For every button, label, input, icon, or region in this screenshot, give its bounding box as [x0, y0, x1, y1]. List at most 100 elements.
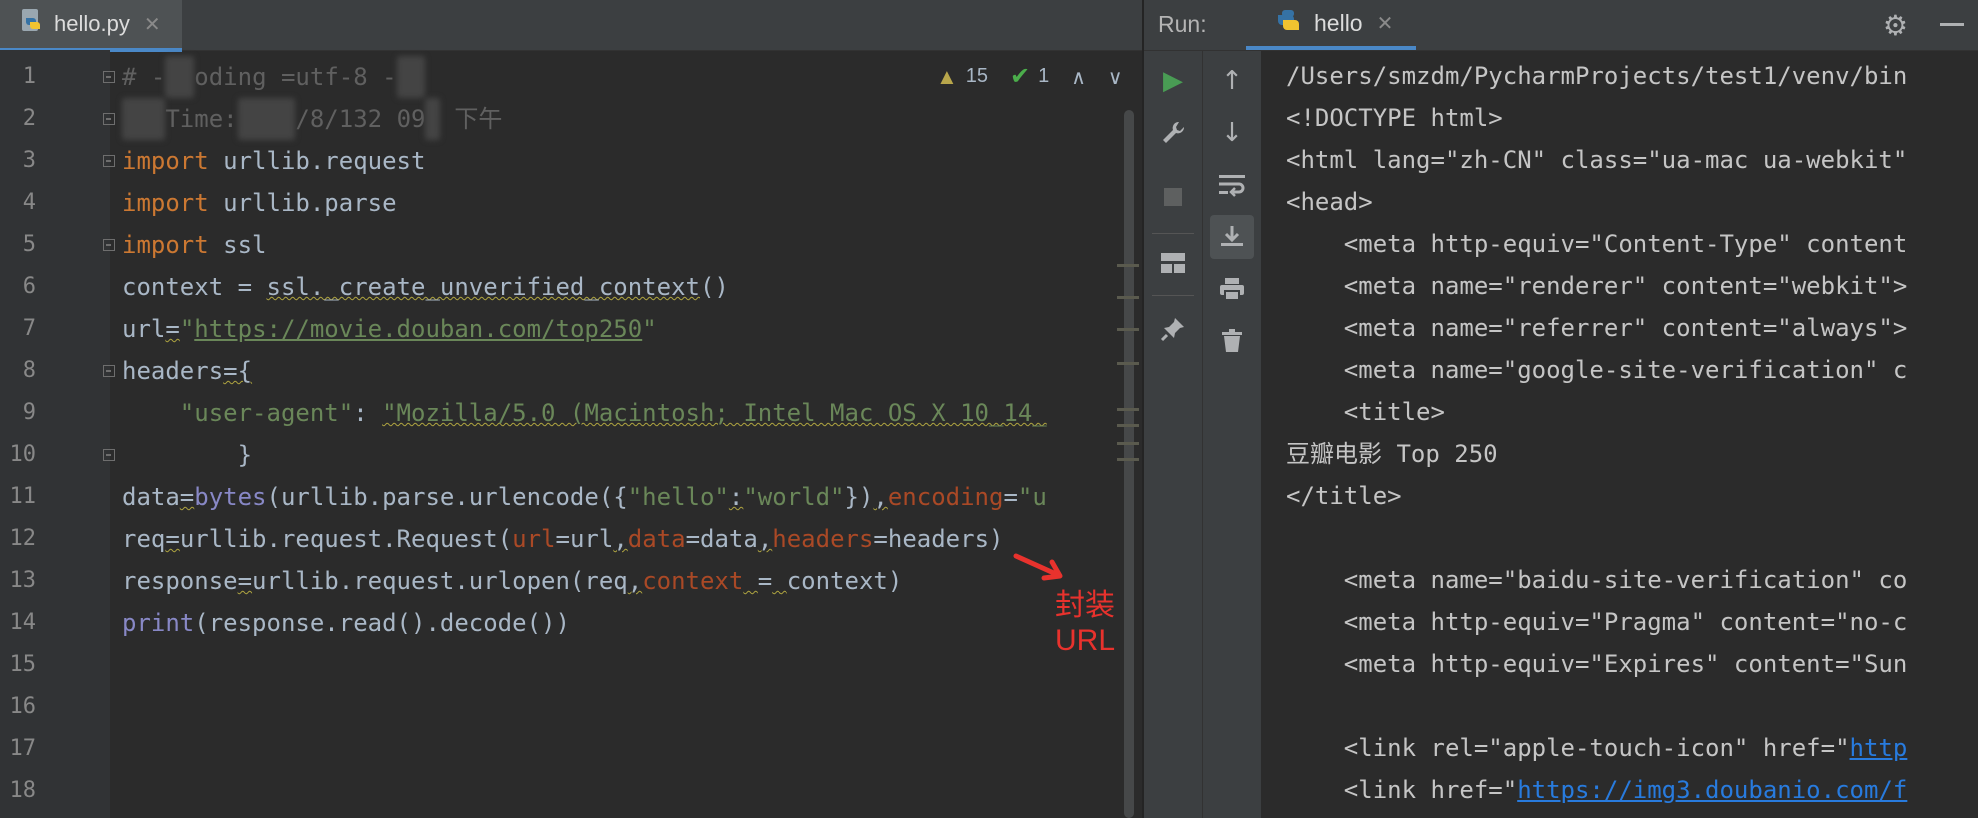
- python-file-icon: [20, 8, 44, 40]
- code-param: context: [642, 567, 744, 595]
- error-stripe-mark[interactable]: [1117, 458, 1139, 461]
- code-line-5[interactable]: import ssl: [122, 224, 267, 266]
- check-icon: ✔: [1010, 63, 1031, 90]
- error-stripe-mark[interactable]: [1117, 442, 1139, 445]
- arrow-down-icon[interactable]: ↓: [1210, 111, 1254, 155]
- code-token: ,: [873, 483, 888, 511]
- fold-marker[interactable]: [103, 239, 115, 251]
- trash-icon[interactable]: [1210, 319, 1254, 363]
- editor-tab-hello-py[interactable]: hello.py ✕: [0, 0, 182, 52]
- fold-marker[interactable]: [103, 365, 115, 377]
- code-line-7[interactable]: url="https://movie.douban.com/top250": [122, 308, 657, 350]
- code-line-9[interactable]: "user-agent": "Mozilla/5.0 (Macintosh; I…: [122, 392, 1047, 434]
- gear-icon[interactable]: ⚙: [1883, 9, 1908, 42]
- code-line-12[interactable]: req=urllib.request.Request(url=url,data=…: [122, 518, 1003, 560]
- code-line-8[interactable]: headers={: [122, 350, 252, 392]
- code-token: urllib.parse: [208, 189, 397, 217]
- line-number: 4: [22, 190, 36, 215]
- console-line: /Users/smzdm/PycharmProjects/test1/venv/…: [1286, 62, 1908, 90]
- editor-tab-bar: hello.py ✕: [0, 0, 1142, 52]
- code-string: "user-agent": [179, 399, 354, 427]
- layout-icon[interactable]: [1151, 241, 1195, 285]
- run-tab-hello[interactable]: hello ✕: [1246, 0, 1416, 50]
- scroll-to-end-icon[interactable]: [1210, 215, 1254, 259]
- line-number: 18: [9, 778, 37, 803]
- line-number: 1: [22, 64, 36, 89]
- error-stripe-mark[interactable]: [1117, 296, 1139, 299]
- code-token: data: [122, 483, 180, 511]
- arrow-up-icon[interactable]: ↑: [1210, 59, 1254, 103]
- code-line-14[interactable]: print(response.read().decode()): [122, 602, 570, 644]
- line-number: 2: [22, 106, 36, 131]
- soft-wrap-icon[interactable]: [1210, 163, 1254, 207]
- code-token: urllib.request.Request(: [179, 525, 513, 553]
- code-token: :: [353, 399, 383, 427]
- code-token: ssl._create_unverified_context: [266, 273, 700, 301]
- code-token: Time:: [165, 105, 238, 133]
- toolbar-separator: [1152, 295, 1194, 296]
- code-line-10[interactable]: }: [122, 434, 252, 476]
- run-toolbar-primary: ▶: [1144, 51, 1203, 818]
- code-line-6[interactable]: context = ssl._create_unverified_context…: [122, 266, 729, 308]
- run-icon[interactable]: ▶: [1151, 59, 1195, 103]
- code-line-11[interactable]: data=bytes(urllib.parse.urlencode({"hell…: [122, 476, 1047, 518]
- toolbar-separator: [1152, 233, 1194, 234]
- code-line-2[interactable]: xxxTime:xxxx/8/132 09x 下午: [122, 98, 502, 140]
- code-token: # -: [122, 63, 166, 91]
- code-token: =url: [555, 525, 614, 553]
- warning-count: 15: [965, 65, 989, 87]
- code-token: }: [122, 441, 253, 469]
- editor-tab-label: hello.py: [54, 11, 130, 36]
- line-number: 6: [22, 274, 36, 299]
- console-link[interactable]: http: [1850, 734, 1908, 762]
- code-line-4[interactable]: import urllib.parse: [122, 182, 397, 224]
- error-stripe-mark[interactable]: [1117, 424, 1139, 427]
- code-line-1[interactable]: # -xxoding =utf-8 -xx: [122, 56, 426, 98]
- line-number: 14: [9, 610, 37, 635]
- chevron-up-icon[interactable]: ∧: [1071, 65, 1086, 89]
- error-stripe-mark[interactable]: [1117, 408, 1139, 411]
- error-stripe-mark[interactable]: [1117, 362, 1139, 365]
- code-string: ": [642, 315, 657, 343]
- fold-marker[interactable]: [103, 113, 115, 125]
- fold-marker[interactable]: [103, 155, 115, 167]
- code-keyword: import: [122, 189, 209, 217]
- minimize-icon[interactable]: [1940, 23, 1964, 26]
- console-line: <meta http-equiv="Pragma" content="no-c: [1286, 608, 1908, 636]
- inspection-widget[interactable]: ▲ 15 ✔ 1 ∧ ∨: [936, 62, 1123, 91]
- close-icon[interactable]: ✕: [1377, 11, 1394, 35]
- python-icon: [1274, 7, 1302, 39]
- code-token: (): [699, 273, 729, 301]
- code-builtin: bytes: [194, 483, 267, 511]
- editor-scrollbar[interactable]: [1124, 110, 1134, 818]
- pin-icon[interactable]: [1151, 307, 1195, 351]
- code-token: context): [786, 567, 903, 595]
- error-stripe-mark[interactable]: [1117, 264, 1139, 267]
- code-line-3[interactable]: import urllib.request: [122, 140, 425, 182]
- fold-marker[interactable]: [103, 71, 115, 83]
- chevron-down-icon[interactable]: ∨: [1108, 65, 1123, 89]
- code-line-13[interactable]: response=urllib.request.urlopen(req,cont…: [122, 560, 902, 602]
- console-link[interactable]: https://img3.doubanio.com/f: [1517, 776, 1907, 804]
- error-stripe-mark[interactable]: [1117, 328, 1139, 331]
- console-line: </title>: [1286, 482, 1402, 510]
- stop-icon[interactable]: [1151, 175, 1195, 219]
- line-number: 11: [9, 484, 37, 509]
- fold-marker[interactable]: [103, 449, 115, 461]
- code-url-link[interactable]: https://movie.douban.com/top250: [194, 315, 642, 343]
- code-token: =: [179, 483, 195, 511]
- console-line: <meta name="referrer" content="always">: [1286, 314, 1908, 342]
- code-token: ={: [223, 357, 253, 385]
- console-line: <!DOCTYPE html>: [1286, 104, 1503, 132]
- close-icon[interactable]: ✕: [144, 12, 161, 36]
- run-console-output[interactable]: /Users/smzdm/PycharmProjects/test1/venv/…: [1262, 51, 1978, 818]
- code-token: :: [728, 483, 744, 511]
- print-icon[interactable]: [1210, 267, 1254, 311]
- code-token: ,: [757, 525, 773, 553]
- line-number: 8: [22, 358, 36, 383]
- line-number: 16: [9, 694, 37, 719]
- line-number: 9: [22, 400, 36, 425]
- code-token: req: [122, 525, 166, 553]
- wrench-icon[interactable]: [1151, 111, 1195, 155]
